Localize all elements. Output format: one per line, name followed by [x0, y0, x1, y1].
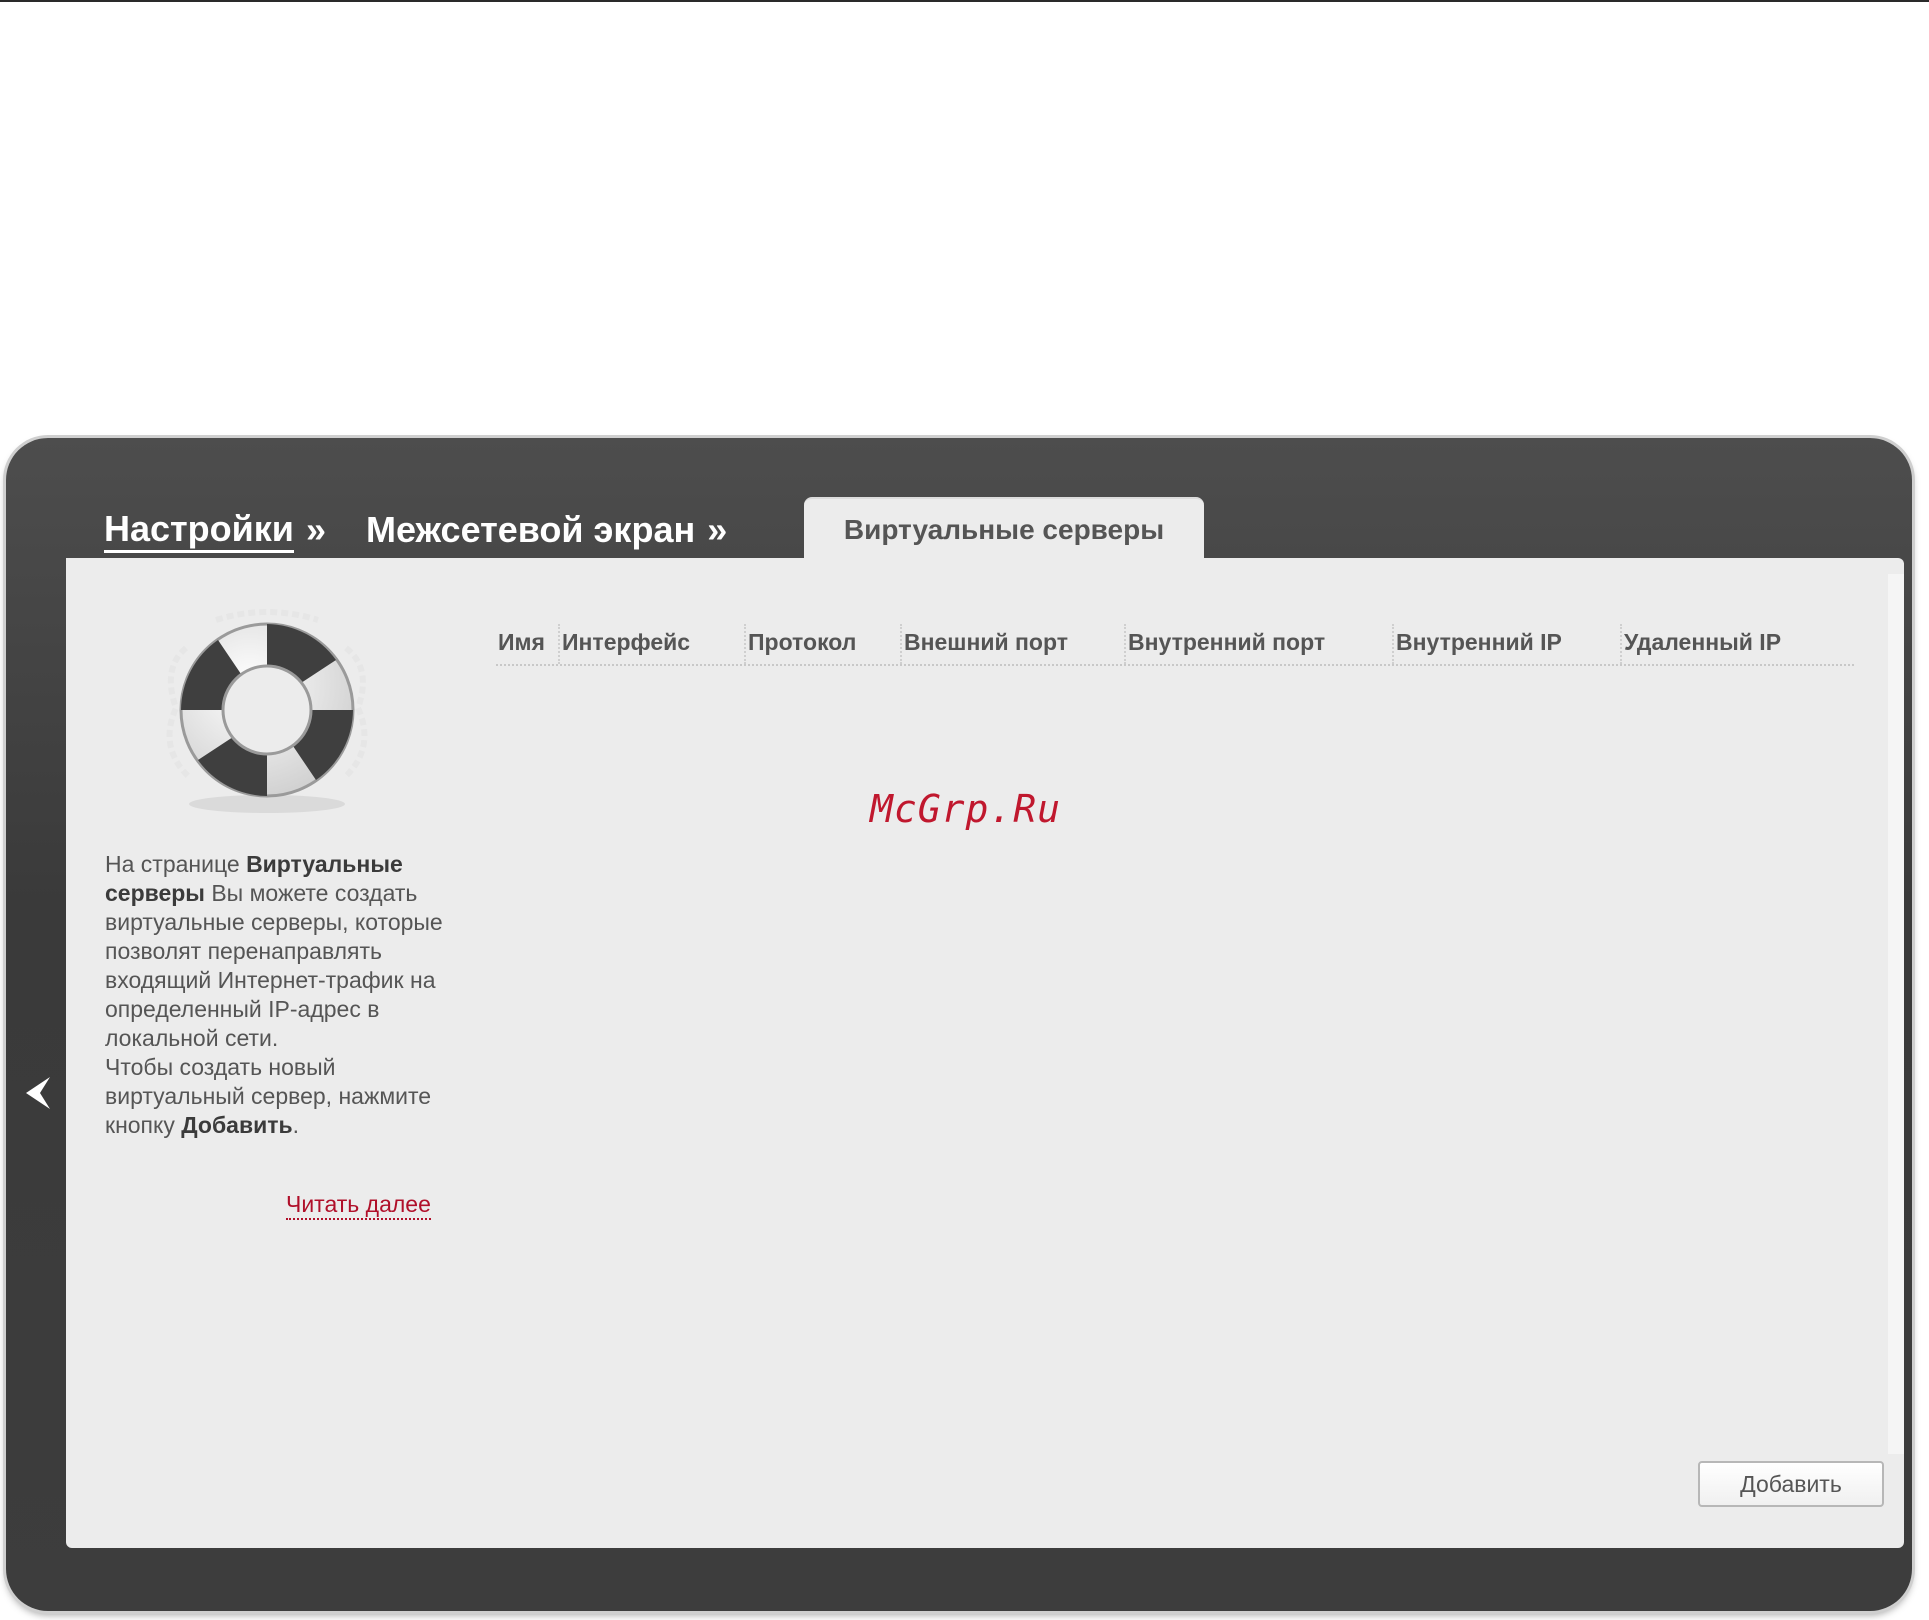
lifebuoy-icon: [166, 609, 368, 813]
column-header-protocol[interactable]: Протокол: [748, 620, 856, 664]
top-rule: [0, 0, 1929, 2]
breadcrumb: Настройки » Межсетевой экран »: [104, 502, 727, 558]
column-header-internal-ip[interactable]: Внутренний IP: [1396, 620, 1562, 664]
help-description: На странице Виртуальные серверы Вы может…: [105, 850, 445, 1140]
column-header-internal-port[interactable]: Внутренний порт: [1128, 620, 1325, 664]
breadcrumb-settings[interactable]: Настройки: [104, 508, 294, 553]
help-text-bold-add: Добавить: [181, 1112, 293, 1138]
breadcrumb-separator: »: [707, 509, 728, 550]
tab-virtual-servers[interactable]: Виртуальные серверы: [804, 497, 1204, 561]
watermark: McGrp.Ru: [870, 787, 1062, 831]
column-separator: [1620, 624, 1622, 664]
column-separator: [1392, 624, 1394, 664]
column-separator: [1124, 624, 1126, 664]
column-header-name[interactable]: Имя: [498, 620, 545, 664]
breadcrumb-firewall[interactable]: Межсетевой экран: [366, 509, 695, 551]
breadcrumb-separator: »: [305, 509, 326, 550]
add-button[interactable]: Добавить: [1698, 1461, 1884, 1507]
column-separator: [744, 624, 746, 664]
column-header-interface[interactable]: Интерфейс: [562, 620, 690, 664]
column-header-remote-ip[interactable]: Удаленный IP: [1624, 620, 1781, 664]
read-more-link[interactable]: Читать далее: [286, 1190, 431, 1220]
chevron-left-icon[interactable]: [22, 1075, 52, 1111]
panel-edge: [1888, 574, 1904, 1454]
help-text-intro: На странице: [105, 851, 247, 877]
column-separator: [900, 624, 902, 664]
virtual-servers-table-header: Имя Интерфейс Протокол Внешний порт Внут…: [496, 620, 1854, 666]
column-separator: [558, 624, 560, 664]
column-header-external-port[interactable]: Внешний порт: [904, 620, 1068, 664]
help-text-period: .: [292, 1112, 300, 1138]
